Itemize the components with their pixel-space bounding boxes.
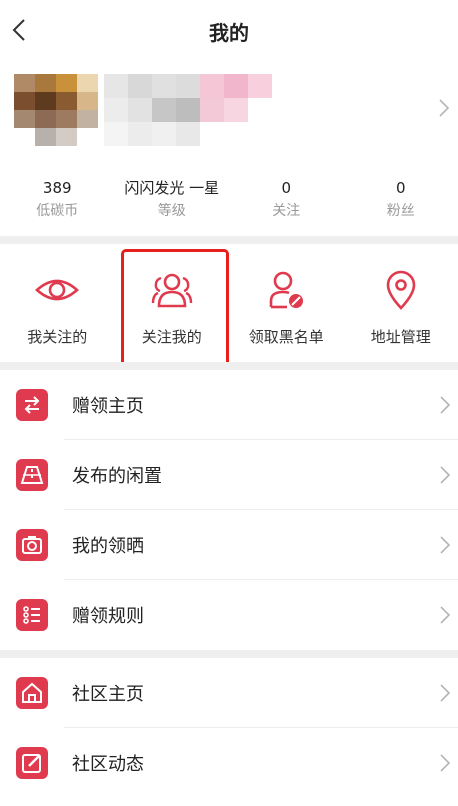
chevron-right-icon [440,754,451,772]
chevron-right-icon [440,606,451,624]
avatar-pixel [77,128,98,146]
avatar-pixel [14,92,35,110]
avatar-pixel [77,74,98,92]
stats-row: 389 低碳币 闪闪发光 一星 等级 0 关注 0 粉丝 [0,170,458,236]
quick-action-label: 我关注的 [27,328,88,346]
nickname-pixel [176,74,200,98]
list-icon [16,599,48,631]
nickname-pixel [152,74,176,98]
avatar-pixel [35,128,56,146]
menu-item-community-home[interactable]: 社区主页 [0,658,458,728]
avatar-pixel [56,74,77,92]
nickname-pixel [128,122,152,146]
nickname-pixel [200,74,224,98]
menu-group-gift: 赠领主页 发布的闲置 我的领晒 赠领规则 [0,370,458,650]
nickname-pixel [104,122,128,146]
nav-bar: 我的 [0,0,458,60]
stat-value: 389 [42,179,72,197]
chevron-right-icon [440,536,451,554]
chevron-right-icon [440,466,451,484]
road-icon [16,459,48,491]
camera-icon [16,529,48,561]
menu-item-label: 发布的闲置 [72,466,162,487]
quick-action-label: 领取黑名单 [248,328,324,346]
nickname-pixel [224,74,248,98]
stat-level[interactable]: 闪闪发光 一星 等级 [115,170,230,236]
stat-fans[interactable]: 0 粉丝 [344,170,458,236]
avatar[interactable] [14,74,98,146]
location-pin-icon [386,270,416,310]
stat-value: 0 [395,179,406,197]
quick-action-label: 地址管理 [370,328,431,346]
nickname-pixel [104,74,128,98]
eye-icon [35,279,80,301]
menu-item-my-shares[interactable]: 我的领晒 [0,510,458,580]
nickname-pixel [176,98,200,122]
avatar-pixel [77,110,98,128]
section-divider [0,650,458,658]
quick-action-address[interactable]: 地址管理 [344,244,458,360]
profile-card[interactable] [0,60,458,170]
menu-item-community-feed[interactable]: 社区动态 [0,728,458,798]
stat-label: 低碳币 [36,203,79,219]
menu-item-posted-idle[interactable]: 发布的闲置 [0,440,458,510]
nickname-pixel [152,98,176,122]
avatar-pixel [56,92,77,110]
chevron-right-icon [439,99,450,117]
nickname-pixel [224,122,248,146]
chevron-right-icon [440,684,451,702]
nickname-pixel [200,122,224,146]
menu-item-gift-rules[interactable]: 赠领规则 [0,580,458,650]
stat-coins[interactable]: 389 低碳币 [0,170,115,236]
menu-item-gift-home[interactable]: 赠领主页 [0,370,458,440]
menu-item-label: 社区主页 [72,684,144,705]
page-title: 我的 [209,21,249,45]
stat-label: 粉丝 [386,203,415,219]
stat-value: 闪闪发光 一星 [124,179,220,197]
avatar-pixel [56,110,77,128]
nickname-pixel [200,98,224,122]
nickname-blurred [104,74,272,146]
avatar-pixel [14,110,35,128]
stat-following[interactable]: 0 关注 [229,170,344,236]
avatar-pixel [77,92,98,110]
avatar-pixel [35,110,56,128]
stat-value: 0 [281,179,292,197]
nickname-pixel [128,74,152,98]
stat-label: 等级 [157,203,186,219]
avatar-pixel [35,74,56,92]
nickname-pixel [176,122,200,146]
highlight-box [121,249,229,370]
user-blocked-icon [269,271,304,309]
nickname-pixel [248,122,272,146]
avatar-pixel [14,74,35,92]
quick-action-my-following[interactable]: 我关注的 [0,244,115,360]
swap-arrows-icon [16,389,48,421]
home-icon [16,677,48,709]
section-divider [0,236,458,244]
stat-label: 关注 [272,203,301,219]
menu-item-label: 社区动态 [72,754,144,775]
quick-action-blacklist[interactable]: 领取黑名单 [229,244,344,360]
menu-item-label: 我的领晒 [72,536,144,557]
menu-item-label: 赠领主页 [72,396,144,417]
nickname-pixel [152,122,176,146]
nickname-pixel [248,74,272,98]
avatar-pixel [35,92,56,110]
menu-item-label: 赠领规则 [72,606,144,627]
avatar-pixel [14,128,35,146]
nickname-pixel [104,98,128,122]
nickname-pixel [248,98,272,122]
avatar-pixel [56,128,77,146]
section-divider [0,362,458,370]
nickname-pixel [128,98,152,122]
chevron-right-icon [440,396,451,414]
quick-actions: 我关注的 关注我的 领取黑名单 地址管理 [0,244,458,360]
nickname-pixel [224,98,248,122]
menu-group-community: 社区主页 社区动态 [0,658,458,798]
edit-icon [16,747,48,779]
